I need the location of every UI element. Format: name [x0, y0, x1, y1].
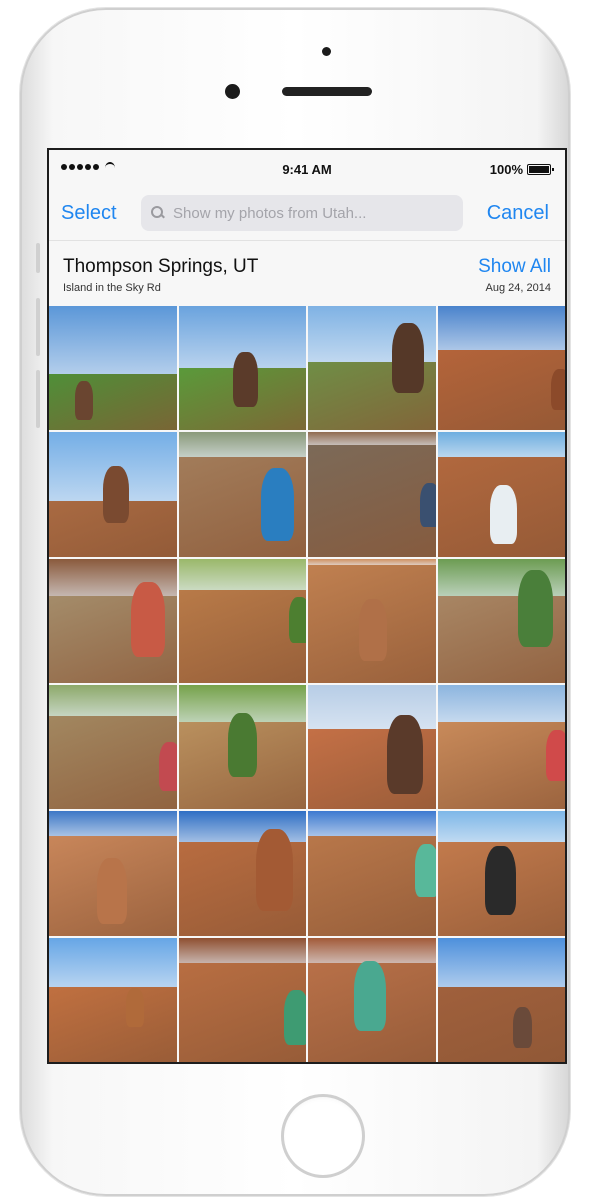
photo-thumbnail[interactable]	[49, 432, 177, 557]
photo-subject	[130, 582, 165, 657]
photo-thumbnail[interactable]	[178, 937, 306, 1062]
photo-thumbnail[interactable]	[49, 558, 177, 683]
mute-switch	[36, 243, 40, 273]
earpiece-speaker	[282, 87, 372, 96]
photo-ground	[178, 589, 306, 683]
photo-sky	[308, 937, 436, 963]
photo-thumbnail[interactable]	[49, 937, 177, 1062]
photo-ground	[437, 987, 565, 1062]
photo-subject	[484, 846, 516, 915]
photo-thumbnail[interactable]	[437, 432, 565, 557]
show-all-button[interactable]: Show All	[478, 256, 551, 278]
photo-thumbnail[interactable]	[308, 432, 436, 557]
photo-sky	[308, 432, 436, 445]
photo-subject	[387, 715, 424, 795]
photo-subject	[228, 713, 258, 778]
photo-sky	[437, 306, 565, 350]
photo-subject	[125, 987, 144, 1028]
photo-sky	[178, 558, 306, 590]
photo-thumbnail[interactable]	[437, 558, 565, 683]
status-bar: 9:41 AM 100%	[49, 150, 565, 188]
photo-sky	[49, 685, 177, 717]
photo-sky	[49, 811, 177, 837]
battery-icon	[527, 164, 554, 175]
photo-thumbnail[interactable]	[178, 306, 306, 431]
photo-sky	[178, 937, 306, 963]
photo-sky	[437, 811, 565, 843]
photo-subject	[512, 1006, 532, 1049]
photo-thumbnail[interactable]	[308, 558, 436, 683]
photo-sky	[49, 937, 177, 988]
photo-sky	[308, 811, 436, 837]
photo-ground	[49, 716, 177, 810]
photo-sky	[178, 432, 306, 458]
photo-thumbnail[interactable]	[49, 685, 177, 810]
photo-subject	[550, 368, 565, 411]
photo-subject	[256, 829, 294, 911]
photo-subject	[489, 484, 517, 545]
photo-subject	[415, 844, 436, 898]
photo-thumbnail[interactable]	[308, 937, 436, 1062]
moment-header: Thompson Springs, UT Island in the Sky R…	[49, 240, 565, 307]
moment-location: Thompson Springs, UT	[63, 256, 259, 277]
photo-thumbnail[interactable]	[178, 685, 306, 810]
photo-thumbnail[interactable]	[49, 306, 177, 431]
search-field[interactable]: Show my photos from Utah...	[141, 195, 463, 231]
photo-thumbnail[interactable]	[308, 685, 436, 810]
photo-subject	[102, 465, 129, 524]
photo-sky	[437, 432, 565, 458]
search-navbar: Select Show my photos from Utah... Cance…	[49, 188, 565, 240]
moment-sublocation: Island in the Sky Rd	[63, 282, 161, 294]
photo-sky	[437, 937, 565, 988]
photo-thumbnail[interactable]	[437, 685, 565, 810]
select-button[interactable]: Select	[61, 202, 117, 225]
photo-subject	[289, 597, 306, 644]
search-icon	[151, 206, 165, 220]
photo-subject	[517, 569, 553, 647]
photo-ground	[437, 349, 565, 431]
photo-thumbnail[interactable]	[437, 937, 565, 1062]
photo-thumbnail[interactable]	[437, 811, 565, 936]
photo-subject	[261, 467, 295, 541]
photo-sky	[49, 306, 177, 375]
photo-thumbnail[interactable]	[49, 811, 177, 936]
volume-down-button	[36, 370, 40, 428]
photo-subject	[420, 482, 436, 527]
photo-subject	[74, 380, 93, 421]
battery-percent: 100%	[489, 162, 523, 177]
photo-thumbnail[interactable]	[437, 306, 565, 431]
photo-ground	[49, 374, 177, 431]
home-button[interactable]	[281, 1094, 365, 1178]
phone-screen: 9:41 AM 100% Select Show my photos from …	[49, 150, 565, 1062]
proximity-sensor	[322, 47, 331, 56]
photo-subject	[97, 858, 128, 925]
photo-subject	[233, 351, 259, 407]
cancel-button[interactable]: Cancel	[487, 202, 549, 225]
photo-ground	[308, 444, 436, 557]
photo-subject	[158, 742, 177, 791]
search-input-text[interactable]: Show my photos from Utah...	[173, 205, 366, 222]
battery-status: 100%	[489, 162, 554, 177]
moment-date: Aug 24, 2014	[485, 282, 551, 294]
volume-up-button	[36, 298, 40, 356]
photo-thumbnail[interactable]	[178, 558, 306, 683]
status-time: 9:41 AM	[282, 162, 332, 177]
photo-thumbnail[interactable]	[308, 306, 436, 431]
photo-grid	[49, 306, 565, 1062]
photo-sky	[437, 685, 565, 723]
photo-subject	[545, 730, 565, 781]
front-camera	[225, 84, 240, 99]
photo-thumbnail[interactable]	[308, 811, 436, 936]
photo-subject	[359, 599, 387, 661]
photo-thumbnail[interactable]	[178, 811, 306, 936]
photo-ground	[49, 987, 177, 1062]
photo-subject	[353, 960, 386, 1031]
photo-thumbnail[interactable]	[178, 432, 306, 557]
photo-subject	[284, 989, 306, 1045]
photo-subject	[392, 322, 425, 394]
